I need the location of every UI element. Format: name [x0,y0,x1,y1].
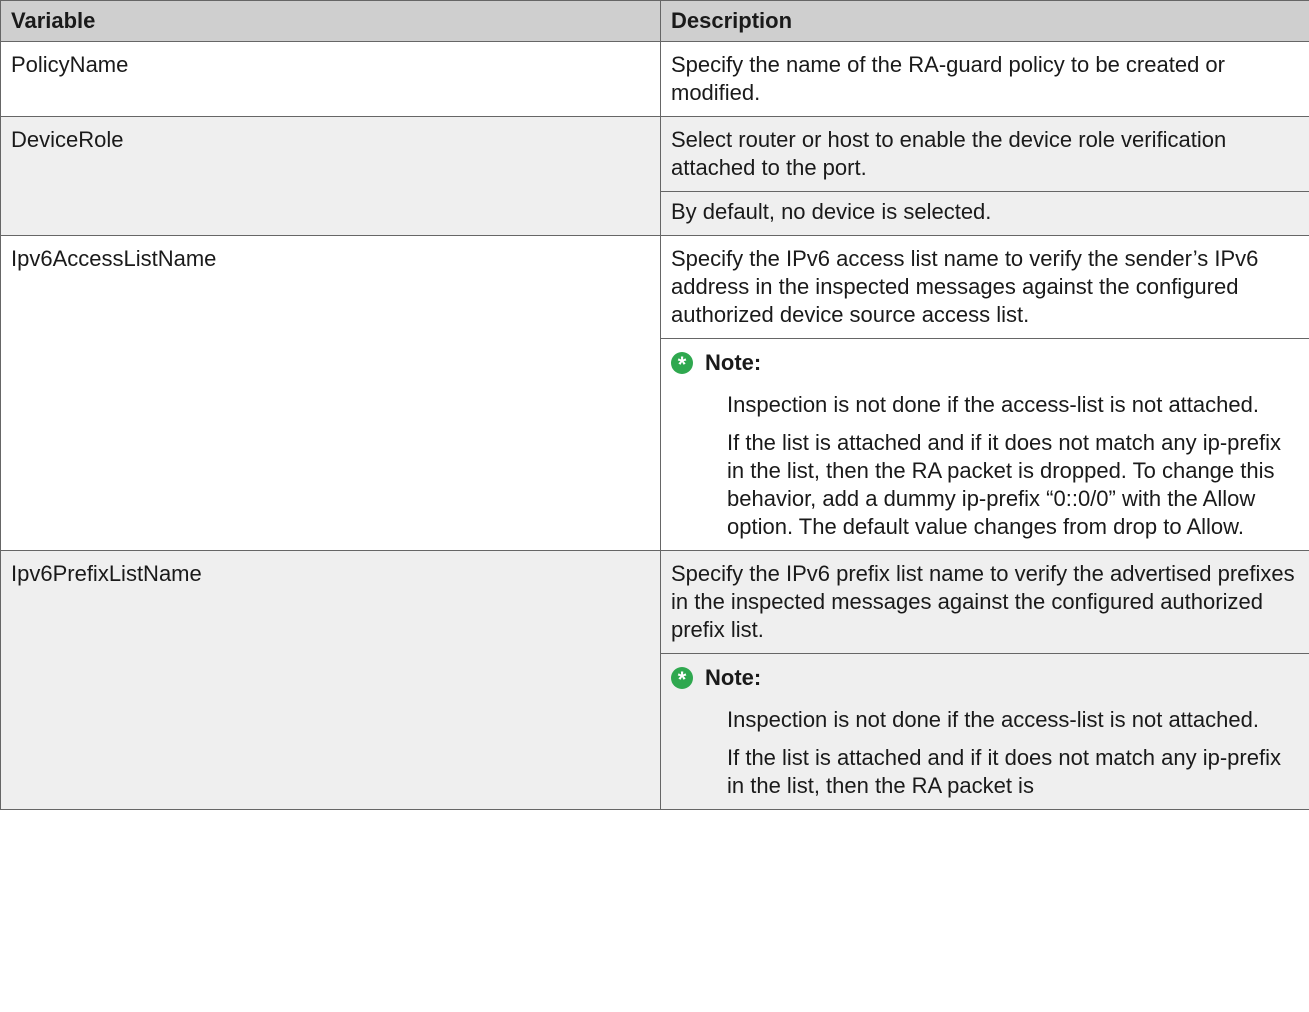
note-heading: * Note: [671,664,1299,692]
description-cell: Specify the name of the RA-guard policy … [660,41,1309,117]
note-paragraph: If the list is attached and if it does n… [727,430,1281,539]
note-heading: * Note: [671,349,1299,377]
description-paragraph: Specify the IPv6 access list name to ver… [671,246,1259,327]
table-row: DeviceRole Select router or host to enab… [0,116,1309,236]
table-row: Ipv6PrefixListName Specify the IPv6 pref… [0,550,1309,810]
description-paragraph: By default, no device is selected. [661,191,1309,235]
variable-cell: Ipv6PrefixListName [0,550,661,810]
table-row: PolicyName Specify the name of the RA-gu… [0,41,1309,117]
variable-cell: Ipv6AccessListName [0,235,661,551]
note-label: Note: [705,350,762,375]
description-paragraph: Specify the IPv6 prefix list name to ver… [671,561,1295,642]
note-paragraph: Inspection is not done if the access-lis… [727,392,1259,417]
description-paragraph: Select router or host to enable the devi… [671,127,1227,180]
description-cell: Specify the IPv6 access list name to ver… [660,235,1309,551]
note-block: * Note: Inspection is not done if the ac… [661,653,1309,809]
note-asterisk-icon: * [671,352,693,377]
note-label: Note: [705,665,762,690]
description-column-header: Description [660,0,1309,42]
variable-cell: DeviceRole [0,116,661,236]
variable-cell: PolicyName [0,41,661,117]
variable-description-table: Variable Description PolicyName Specify … [0,0,1309,810]
note-asterisk-icon: * [671,667,693,692]
description-cell: Select router or host to enable the devi… [660,116,1309,236]
description-paragraph: Specify the name of the RA-guard policy … [671,52,1225,105]
note-paragraph: Inspection is not done if the access-lis… [727,707,1259,732]
table-header-row: Variable Description [0,0,1309,42]
description-cell: Specify the IPv6 prefix list name to ver… [660,550,1309,810]
note-paragraph: If the list is attached and if it does n… [727,745,1281,798]
note-block: * Note: Inspection is not done if the ac… [661,338,1309,550]
variable-column-header: Variable [0,0,661,42]
table-row: Ipv6AccessListName Specify the IPv6 acce… [0,235,1309,551]
